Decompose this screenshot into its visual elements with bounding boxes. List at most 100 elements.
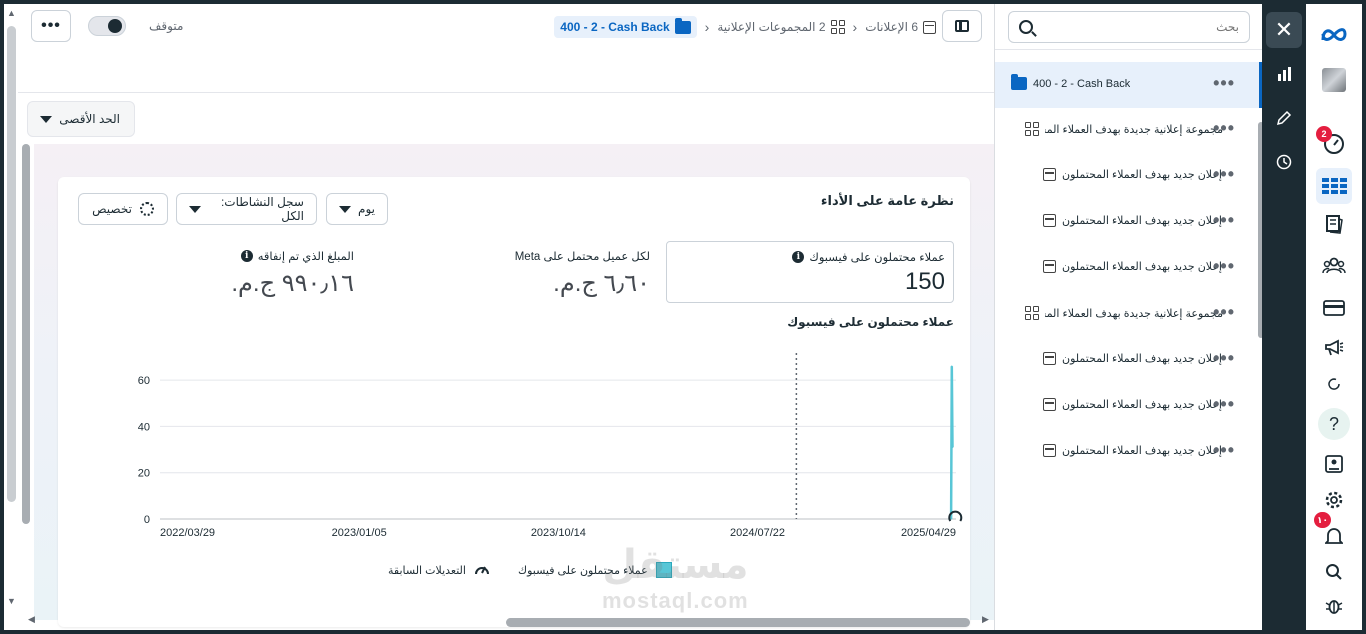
tree-row[interactable]: مجموعة إعلانية جديدة بهدف العملاء المحتم… <box>995 107 1263 153</box>
row-more-button[interactable]: ••• <box>1213 256 1235 277</box>
scroll-left-arrow[interactable]: ◀ <box>28 614 35 625</box>
bug-report-icon[interactable] <box>1320 592 1348 620</box>
row-more-button[interactable]: ••• <box>1213 118 1235 139</box>
more-options-button[interactable]: ••• <box>31 10 71 42</box>
folder-icon <box>1011 74 1027 90</box>
watermark-text: مستقل <box>602 543 749 587</box>
metric-label: عملاء محتملون على فيسبوك <box>809 252 945 264</box>
info-icon[interactable]: i <box>240 250 253 262</box>
chevron-left-icon: ‹ <box>704 19 710 35</box>
main-content: ••• متوقف 400 - 2 - Cash Back ‹ 2 المجمو… <box>4 4 994 630</box>
notifications-badge: 2 <box>1316 126 1332 142</box>
activity-log-label: سجل النشاطات: الكل <box>220 195 304 223</box>
toggle-panel-button[interactable] <box>942 10 982 42</box>
account-avatar[interactable] <box>1320 66 1348 94</box>
tree-row[interactable]: إعلان جديد بهدف العملاء المحتملون - نسخة… <box>995 153 1263 199</box>
y-tick-label: 40 <box>138 421 150 433</box>
tree-row-label: إعلان جديد بهدف العملاء المحتملون - نسخة <box>1062 261 1222 273</box>
legend-edits-label: التعديلات السابقة <box>388 565 466 577</box>
tree-row[interactable]: إعلان جديد بهدف العملاء المحتملون - نسخة… <box>995 383 1263 429</box>
performance-card: نظرة عامة على الأداء يوم سجل النشاطات: ا… <box>58 177 970 627</box>
vertical-scrollbar-inner[interactable] <box>22 144 30 524</box>
pages-icon[interactable] <box>1320 210 1348 238</box>
top-bar: ••• متوقف 400 - 2 - Cash Back ‹ 2 المجمو… <box>4 4 994 52</box>
tree-search[interactable] <box>1008 11 1250 43</box>
row-more-button[interactable]: ••• <box>1213 73 1235 94</box>
close-button[interactable]: ✕ <box>1266 12 1302 48</box>
metric-value: ٦٫٦٠ ج.م.‏ <box>553 270 650 297</box>
leads-chart[interactable]: 0 20 40 60 2022/03/29 2023/01/05 2023/10/14 202… <box>120 347 970 547</box>
row-more-button[interactable]: ••• <box>1213 394 1235 415</box>
row-more-button[interactable]: ••• <box>1213 348 1235 369</box>
campaign-tree-panel: 400 - 2 - Cash Back•••مجموعة إعلانية جدي… <box>994 4 1264 630</box>
tree-row[interactable]: إعلان جديد بهدف العملاء المحتملون - نسخة… <box>995 245 1263 291</box>
edits-gauge-icon <box>474 562 490 579</box>
table-icon <box>1321 178 1347 194</box>
row-more-button[interactable]: ••• <box>1213 302 1235 323</box>
tree-row-label: 400 - 2 - Cash Back <box>1033 77 1131 90</box>
ad-icon <box>1043 444 1056 457</box>
pencil-icon[interactable] <box>1274 108 1294 128</box>
time-granularity-dropdown[interactable]: يوم <box>326 193 388 225</box>
caret-down-icon <box>40 115 52 123</box>
grid-icon <box>1025 122 1039 136</box>
tree-row[interactable]: إعلان جديد بهدف العملاء المحتملون ••• <box>995 429 1263 475</box>
bell-icon[interactable]: ١٠ <box>1314 512 1348 550</box>
caret-down-icon <box>339 205 351 213</box>
x-tick-label: 2023/01/05 <box>332 527 387 539</box>
data-point <box>950 365 953 368</box>
customize-button[interactable]: تخصيص <box>78 193 168 225</box>
megaphone-icon[interactable] <box>1320 334 1348 362</box>
tree-row[interactable]: إعلان جديد بهدف العملاء المحتملون - نسخة… <box>995 337 1263 383</box>
billing-card-icon[interactable] <box>1320 294 1348 322</box>
meta-logo-icon[interactable] <box>1320 20 1348 48</box>
metric-cost-per-lead[interactable]: لكل عميل محتمل على Meta ٦٫٦٠ ج.م.‏ <box>390 249 650 298</box>
help-icon[interactable]: ? <box>1318 408 1350 440</box>
vertical-scrollbar-track[interactable] <box>7 26 16 502</box>
max-dropdown[interactable]: الحد الأقصى <box>27 101 135 137</box>
day-label: يوم <box>358 202 375 216</box>
scroll-down-arrow[interactable]: ▼ <box>7 596 16 606</box>
info-icon[interactable]: i <box>792 251 805 263</box>
tree-row-label: إعلان جديد بهدف العملاء المحتملون - نسخة <box>1062 399 1222 411</box>
x-tick-label: 2025/04/29 <box>901 527 956 539</box>
metric-label: المبلغ الذي تم إنفاقه <box>257 251 354 263</box>
row-more-button[interactable]: ••• <box>1213 440 1235 461</box>
data-point <box>951 446 954 449</box>
x-tick-label: 2022/03/29 <box>160 527 215 539</box>
audiences-icon[interactable] <box>1320 252 1348 280</box>
metric-amount-spent[interactable]: المبلغ الذي تم إنفاقه i ٩٩٠٫١٦ ج.م.‏ <box>94 249 354 298</box>
breadcrumb-campaign[interactable]: 400 - 2 - Cash Back <box>554 16 697 38</box>
search-icon[interactable] <box>1320 558 1348 586</box>
search-input[interactable] <box>1059 20 1239 34</box>
tree-row[interactable]: 400 - 2 - Cash Back ••• <box>995 62 1263 108</box>
breadcrumb-ads[interactable]: 6 الإعلانات <box>865 20 936 34</box>
breadcrumb-adsets[interactable]: 2 المجموعات الإعلانية <box>717 20 845 34</box>
row-more-button[interactable]: ••• <box>1213 164 1235 185</box>
caret-down-icon <box>189 205 201 213</box>
ad-icon <box>1043 352 1056 365</box>
scroll-up-arrow[interactable]: ▲ <box>7 8 16 18</box>
customize-label: تخصيص <box>92 202 132 216</box>
refresh-icon[interactable] <box>1320 370 1348 398</box>
clock-icon[interactable] <box>1274 152 1294 172</box>
dashboard-gauge-icon[interactable]: 2 <box>1316 126 1348 158</box>
tree-row[interactable]: مجموعة إعلانية جديدة بهدف العملاء المحتم… <box>995 291 1263 337</box>
right-nav: 2 ? ١٠ <box>1306 4 1362 630</box>
ads-manager-table-icon[interactable] <box>1316 168 1352 204</box>
chart-bar-icon[interactable] <box>1274 64 1294 84</box>
metric-leads[interactable]: عملاء محتملون على فيسبوك i 150 <box>666 241 954 303</box>
activity-log-dropdown[interactable]: سجل النشاطات: الكل <box>176 193 317 225</box>
row-more-button[interactable]: ••• <box>1213 210 1235 231</box>
tree-row[interactable]: إعلان جديد بهدف العملاء المحتملون ••• <box>995 199 1263 245</box>
ad-icon <box>1043 398 1056 411</box>
tree-row-label: إعلان جديد بهدف العملاء المحتملون - نسخة… <box>1062 169 1222 181</box>
scroll-right-arrow[interactable]: ▶ <box>982 614 989 625</box>
legend-edits[interactable]: التعديلات السابقة <box>388 562 490 579</box>
campaign-status-toggle[interactable] <box>88 16 126 36</box>
gear-icon[interactable] <box>1320 486 1348 514</box>
tree-row-label: إعلان جديد بهدف العملاء المحتملون <box>1062 215 1222 227</box>
tree-row-label: إعلان جديد بهدف العملاء المحتملون <box>1062 445 1222 457</box>
reports-icon[interactable] <box>1320 450 1348 478</box>
horizontal-scrollbar[interactable] <box>506 618 970 627</box>
